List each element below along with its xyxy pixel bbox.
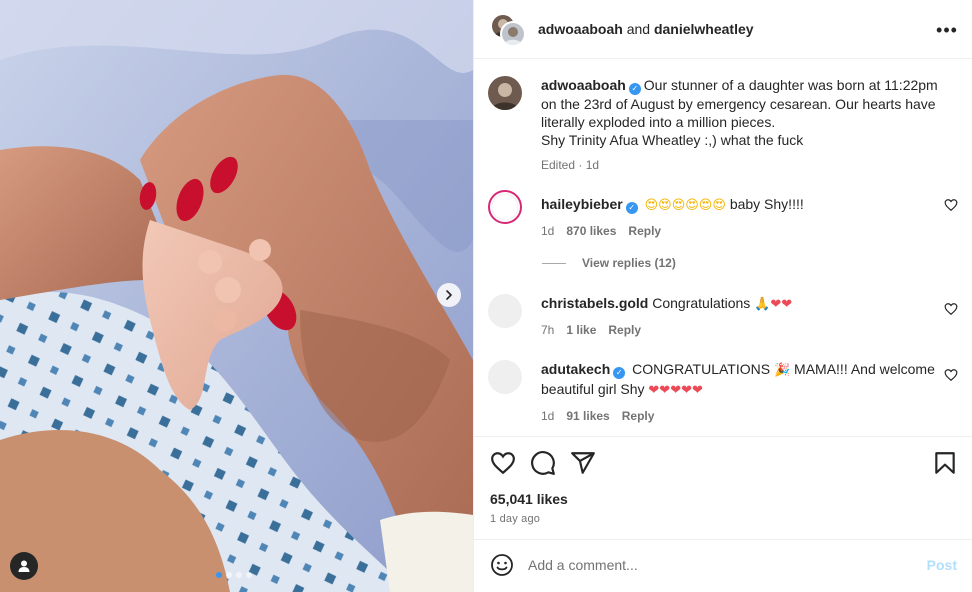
comment-time[interactable]: 1d — [541, 223, 554, 239]
like-comment-heart-icon[interactable] — [944, 198, 958, 212]
comment-text: CONGRATULATIONS — [632, 361, 771, 377]
separator: · — [578, 158, 583, 172]
collab-avatars[interactable] — [490, 13, 526, 47]
reply-button[interactable]: Reply — [628, 223, 661, 239]
author-link[interactable]: danielwheatley — [654, 21, 754, 37]
carousel-dot — [216, 572, 222, 578]
comment-username[interactable]: adutakech — [541, 361, 610, 377]
comment-username[interactable]: haileybieber — [541, 196, 623, 212]
comment-emojis: 🎉 — [773, 363, 791, 378]
verified-badge-icon: ✓ — [628, 83, 641, 95]
comment-text: Congratulations — [652, 295, 751, 311]
caption-username[interactable]: adwoaaboah — [541, 77, 626, 93]
comment-likes[interactable]: 870 likes — [566, 223, 616, 239]
reply-button[interactable]: Reply — [622, 408, 655, 424]
avatar[interactable] — [488, 360, 522, 394]
like-comment-heart-icon[interactable] — [944, 368, 958, 382]
caption-body: adwoaaboah ✓ Our stunner of a daughter was… — [541, 76, 941, 173]
comment-text: baby Shy!!!! — [729, 196, 804, 212]
share-icon[interactable] — [570, 450, 596, 476]
emoji-icon[interactable] — [490, 553, 514, 577]
next-slide-button[interactable] — [437, 283, 461, 307]
avatar — [500, 21, 526, 47]
post-photo — [0, 0, 473, 592]
verified-badge-icon: ✓ — [613, 367, 626, 379]
avatar[interactable] — [488, 76, 522, 110]
comment-icon[interactable] — [530, 450, 556, 476]
comment-meta: 1d 91 likes Reply — [541, 408, 941, 424]
post-comment-button[interactable]: Post — [927, 557, 957, 573]
verified-badge-icon: ✓ — [625, 202, 638, 214]
caption-text: Shy Trinity Afua Wheatley :,) what the f… — [541, 132, 804, 148]
post-media — [0, 0, 473, 592]
comment-emojis: ❤❤ — [770, 297, 793, 312]
comment-composer: Post — [474, 540, 972, 592]
comment-input[interactable] — [528, 554, 908, 576]
avatar[interactable] — [488, 294, 522, 328]
divider — [542, 262, 566, 264]
caption-time[interactable]: 1d — [586, 158, 599, 172]
comment: christabels.gold Congratulations 🙏❤❤ 7h … — [488, 294, 958, 338]
carousel-indicator — [216, 572, 252, 578]
comment-body: adutakech ✓ CONGRATULATIONS 🎉 MAMA!!! And… — [541, 360, 941, 424]
view-replies-button[interactable]: View replies (12) — [542, 256, 676, 270]
post-header: adwoaaboah and danielwheatley ••• — [474, 0, 972, 59]
chevron-right-icon — [446, 290, 452, 300]
heart-icon[interactable] — [490, 450, 516, 476]
more-options-button[interactable]: ••• — [935, 18, 959, 42]
comment-meta: 1d 870 likes Reply — [541, 223, 941, 239]
author-separator: and — [626, 21, 651, 37]
carousel-dot — [246, 572, 252, 578]
more-icon: ••• — [936, 19, 958, 40]
carousel-dot — [236, 572, 242, 578]
user-icon — [18, 560, 30, 572]
post-actions: 65,041 likes 1 day ago — [474, 437, 972, 540]
caption-meta: Edited · 1d — [541, 157, 941, 173]
comment: adutakech ✓ CONGRATULATIONS 🎉 MAMA!!! And… — [488, 360, 958, 424]
post-side-panel: adwoaaboah and danielwheatley ••• adwoaa… — [473, 0, 972, 592]
comment-time[interactable]: 7h — [541, 322, 554, 338]
comment-emojis: ❤❤❤❤❤ — [648, 383, 703, 398]
view-replies-label: View replies (12) — [582, 256, 676, 270]
like-comment-heart-icon[interactable] — [944, 302, 958, 316]
caption: adwoaaboah ✓ Our stunner of a daughter was… — [488, 76, 958, 172]
comment-likes[interactable]: 1 like — [566, 322, 596, 338]
edited-label: Edited — [541, 158, 576, 172]
tagged-users-button[interactable] — [10, 552, 38, 580]
comment: haileybieber ✓ 😍😍😍😍😍😍 baby Shy!!!! 1d 870… — [488, 190, 958, 250]
comment-emojis: 🙏 — [754, 297, 771, 312]
post-authors: adwoaaboah and danielwheatley — [538, 21, 754, 37]
comment-likes[interactable]: 91 likes — [566, 408, 609, 424]
comments-section: adwoaaboah ✓ Our stunner of a daughter was… — [474, 60, 972, 437]
likes-count[interactable]: 65,041 likes — [490, 491, 568, 507]
comment-body: christabels.gold Congratulations 🙏❤❤ 7h … — [541, 294, 941, 338]
author-link[interactable]: adwoaaboah — [538, 21, 623, 37]
comment-emojis: 😍😍😍😍😍😍 — [644, 198, 726, 213]
comment-meta: 7h 1 like Reply — [541, 322, 941, 338]
comment-time[interactable]: 1d — [541, 408, 554, 424]
comment-username[interactable]: christabels.gold — [541, 295, 648, 311]
bookmark-icon[interactable] — [932, 450, 958, 476]
avatar[interactable] — [488, 190, 522, 224]
comment-body: haileybieber ✓ 😍😍😍😍😍😍 baby Shy!!!! 1d 870… — [541, 195, 941, 239]
reply-button[interactable]: Reply — [608, 322, 641, 338]
post-modal: adwoaaboah and danielwheatley ••• adwoaa… — [0, 0, 972, 592]
carousel-dot — [226, 572, 232, 578]
post-time[interactable]: 1 day ago — [490, 513, 540, 525]
